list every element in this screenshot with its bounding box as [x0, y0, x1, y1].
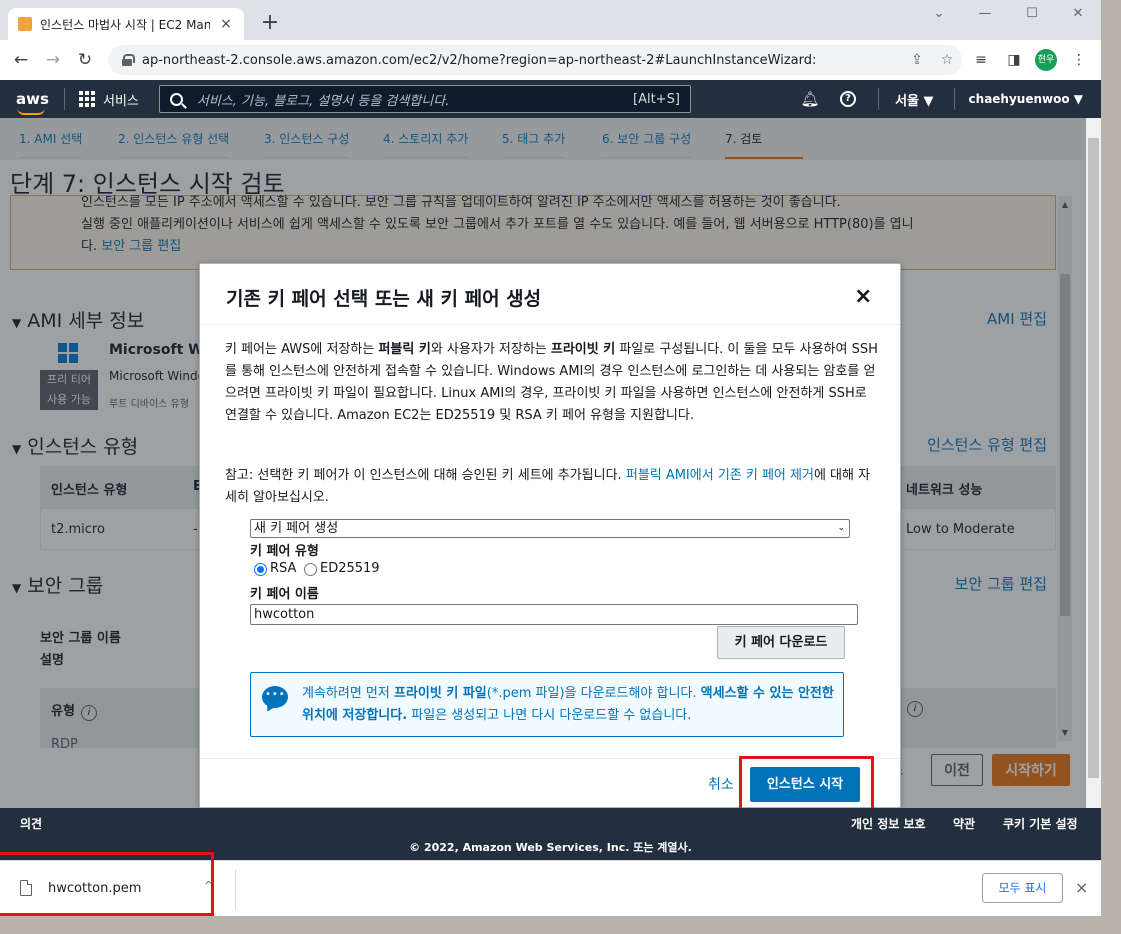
divider: [235, 869, 236, 909]
key-pair-modal: 기존 키 페어 선택 또는 새 키 페어 생성 × 키 페어는 AWS에 저장하…: [199, 263, 901, 808]
browser-tab[interactable]: 인스턴스 마법사 시작 | EC2 Man ×: [8, 8, 244, 40]
cancel-link[interactable]: 취소: [708, 774, 734, 794]
tab-search-icon[interactable]: ⌄: [924, 2, 954, 26]
radio-rsa[interactable]: [254, 563, 267, 576]
key-name-input[interactable]: hwcotton: [250, 604, 858, 625]
account-menu[interactable]: chaehyuenwoo ▼: [969, 92, 1083, 106]
bell-icon[interactable]: 🔔︎: [798, 90, 822, 108]
highlight-launch-button: [739, 756, 874, 811]
share-icon[interactable]: ⇪: [902, 52, 932, 68]
info-alert-text: 계속하려면 먼저 프라이빗 키 파일(*.pem 파일)을 다운로드해야 합니다…: [302, 683, 842, 727]
back-arrow-icon[interactable]: ←: [9, 48, 33, 72]
show-all-button[interactable]: 모두 표시: [982, 873, 1063, 903]
aws-top-nav: aws 서비스 서비스, 기능, 블로그, 설명서 등을 검색합니다. [Alt…: [0, 80, 1101, 118]
select-value: 새 키 페어 생성: [254, 521, 339, 536]
aws-search-input[interactable]: 서비스, 기능, 블로그, 설명서 등을 검색합니다. [Alt+S]: [158, 85, 691, 113]
services-grid-icon[interactable]: [79, 91, 95, 107]
divider: [200, 324, 900, 325]
privacy-link[interactable]: 개인 정보 보호: [851, 815, 926, 832]
reading-list-icon[interactable]: ≡: [970, 49, 992, 71]
nav-divider: [64, 88, 65, 110]
aws-cube-icon: [18, 17, 32, 31]
chat-bubble-icon: [262, 686, 288, 708]
browser-toolbar: ← → ↻ ap-northeast-2.console.aws.amazon.…: [0, 40, 1101, 80]
key-name-label: 키 페어 이름: [250, 587, 319, 602]
key-type-label: 키 페어 유형: [250, 544, 319, 559]
key-pair-select[interactable]: 새 키 페어 생성 ⌄: [250, 519, 850, 538]
page-scroll-thumb[interactable]: [1088, 138, 1099, 778]
region-selector[interactable]: 서울 ▼: [895, 90, 933, 109]
help-icon[interactable]: ?: [840, 91, 857, 107]
chevron-down-icon: ⌄: [837, 523, 845, 533]
feedback-link[interactable]: 의견: [20, 815, 42, 832]
radio-rsa-label[interactable]: RSA: [270, 561, 296, 576]
window-close-icon[interactable]: ✕: [1063, 2, 1093, 26]
page-scrollbar[interactable]: [1086, 118, 1101, 808]
highlight-downloaded-file: [0, 852, 214, 916]
text-part: (*.pem 파일)을 다운로드해야 합니다.: [486, 686, 701, 701]
modal-title: 기존 키 페어 선택 또는 새 키 페어 생성: [226, 288, 542, 310]
modal-note: 참고: 선택한 키 페어가 이 인스턴스에 대해 승인된 키 세트에 추가됩니다…: [225, 465, 879, 509]
minimize-icon[interactable]: —: [970, 2, 1000, 26]
tab-title: 인스턴스 마법사 시작 | EC2 Man: [40, 17, 210, 32]
text-part: 참고: 선택한 키 페어가 이 인스턴스에 대해 승인된 키 세트에 추가됩니다…: [225, 468, 626, 483]
aws-logo[interactable]: aws: [16, 91, 50, 115]
terms-link[interactable]: 약관: [953, 815, 975, 832]
side-panel-icon[interactable]: ◨: [1003, 49, 1025, 71]
tab-close-icon[interactable]: ×: [218, 16, 234, 32]
radio-ed25519-label[interactable]: ED25519: [320, 561, 380, 576]
text-part: 파일은 생성되고 나면 다시 다운로드할 수 없습니다.: [407, 708, 692, 723]
maximize-icon[interactable]: ☐: [1017, 2, 1047, 26]
nav-divider: [878, 88, 880, 110]
profile-avatar[interactable]: 현우: [1035, 49, 1057, 71]
remove-key-pair-link[interactable]: 퍼블릭 AMI에서 기존 키 페어 제거: [626, 468, 814, 483]
text-part: 키 페어는 AWS에 저장하는: [225, 342, 379, 357]
radio-ed25519[interactable]: [304, 563, 317, 576]
cookie-settings-link[interactable]: 쿠키 기본 설정: [1003, 815, 1078, 832]
address-bar[interactable]: ap-northeast-2.console.aws.amazon.com/ec…: [108, 45, 962, 75]
url-text: ap-northeast-2.console.aws.amazon.com/ec…: [142, 52, 817, 68]
forward-arrow-icon[interactable]: →: [41, 48, 65, 72]
text-part: 와 사용자가 저장하는: [430, 342, 551, 357]
services-menu[interactable]: 서비스: [103, 90, 139, 109]
text-part-bold: 프라이빗 키 파일: [394, 686, 487, 701]
reload-icon[interactable]: ↻: [73, 48, 97, 72]
lock-icon: [122, 54, 135, 66]
browser-chrome: 인스턴스 마법사 시작 | EC2 Man × + ⌄ — ☐ ✕ ← → ↻ …: [0, 0, 1101, 80]
close-icon[interactable]: ×: [854, 284, 872, 309]
text-part-bold: 퍼블릭 키: [378, 342, 431, 357]
menu-kebab-icon[interactable]: ⋮: [1068, 49, 1090, 71]
close-icon[interactable]: ×: [1075, 878, 1088, 897]
nav-divider: [953, 88, 955, 110]
search-icon: [169, 92, 183, 106]
search-shortcut: [Alt+S]: [633, 91, 680, 107]
info-alert: 계속하려면 먼저 프라이빗 키 파일(*.pem 파일)을 다운로드해야 합니다…: [250, 672, 844, 737]
search-placeholder: 서비스, 기능, 블로그, 설명서 등을 검색합니다.: [196, 93, 450, 109]
bookmark-star-icon[interactable]: ☆: [932, 52, 962, 68]
download-key-pair-button[interactable]: 키 페어 다운로드: [717, 626, 845, 659]
modal-description: 키 페어는 AWS에 저장하는 퍼블릭 키와 사용자가 저장하는 프라이빗 키 …: [225, 339, 879, 427]
text-part: 계속하려면 먼저: [302, 686, 394, 701]
new-tab-button[interactable]: +: [258, 9, 282, 37]
text-part-bold: 프라이빗 키: [550, 342, 616, 357]
